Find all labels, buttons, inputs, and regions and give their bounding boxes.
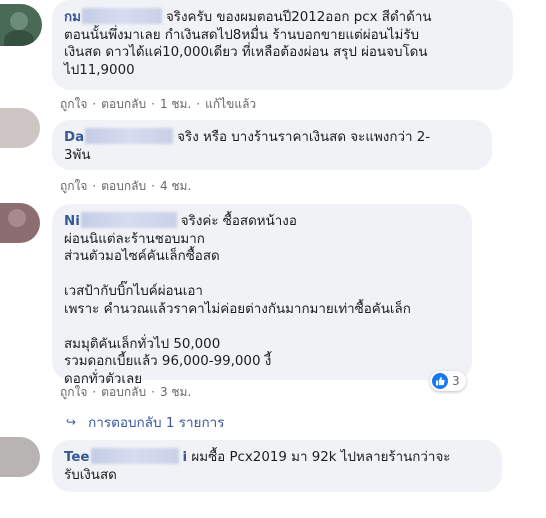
redacted-name xyxy=(80,212,177,228)
redacted-name xyxy=(90,448,179,464)
timestamp[interactable]: 3 ชม. xyxy=(160,385,191,399)
like-button[interactable]: ถูกใจ xyxy=(60,179,87,193)
avatar[interactable] xyxy=(0,437,40,477)
comment-author[interactable]: Da xyxy=(64,130,84,145)
comment-author[interactable]: Tee xyxy=(64,450,90,465)
redacted-name xyxy=(85,128,174,144)
comment-bubble: Da จริง หรือ บางร้านราคาเงินสด จะแพงกว่า … xyxy=(52,120,492,170)
comment-author-suffix[interactable]: i xyxy=(183,450,188,465)
redacted-name xyxy=(81,8,162,24)
reply-button[interactable]: ตอบกลับ xyxy=(101,97,146,111)
like-button[interactable]: ถูกใจ xyxy=(60,385,87,399)
avatar[interactable] xyxy=(0,4,42,46)
comment-bubble: กม จริงครับ ของผมตอนปี2012ออก pcx สีดำด้า… xyxy=(52,0,513,90)
comment-meta: ถูกใจ · ตอบกลับ · 1 ชม. · แก้ไขแล้ว xyxy=(60,97,257,111)
comment-bubble: Tee i ผมซื้อ Pcx2019 มา 92k ไปหลายร้านกว่… xyxy=(52,440,502,492)
like-button[interactable]: ถูกใจ xyxy=(60,97,87,111)
view-replies-label: การตอบกลับ 1 รายการ xyxy=(88,415,225,431)
timestamp[interactable]: 1 ชม. xyxy=(160,97,191,111)
reaction-number: 3 xyxy=(452,374,460,388)
avatar[interactable] xyxy=(0,203,40,243)
comment-meta: ถูกใจ · ตอบกลับ · 4 ชม. xyxy=(60,179,192,193)
edited-label: แก้ไขแล้ว xyxy=(205,97,257,111)
reaction-count[interactable]: 3 xyxy=(430,371,466,391)
comment-bubble: Ni จริงค่ะ ซื้อสดหน้างอ ผ่อนนิแต่ละร้านชอ… xyxy=(52,204,472,387)
comment-meta: ถูกใจ · ตอบกลับ · 3 ชม. xyxy=(60,385,192,399)
timestamp[interactable]: 4 ชม. xyxy=(160,179,191,193)
thumbs-up-icon xyxy=(432,373,448,389)
reply-button[interactable]: ตอบกลับ xyxy=(101,179,146,193)
comment-author[interactable]: กม xyxy=(64,10,81,25)
view-replies-link[interactable]: ↪ การตอบกลับ 1 รายการ xyxy=(66,411,224,433)
avatar[interactable] xyxy=(0,108,40,148)
reply-arrow-icon: ↪ xyxy=(66,415,77,429)
comment-text: จริงค่ะ ซื้อสดหน้างอ ผ่อนนิแต่ละร้านชอบม… xyxy=(64,214,411,387)
comment-author[interactable]: Ni xyxy=(64,214,80,229)
reply-button[interactable]: ตอบกลับ xyxy=(101,385,146,399)
